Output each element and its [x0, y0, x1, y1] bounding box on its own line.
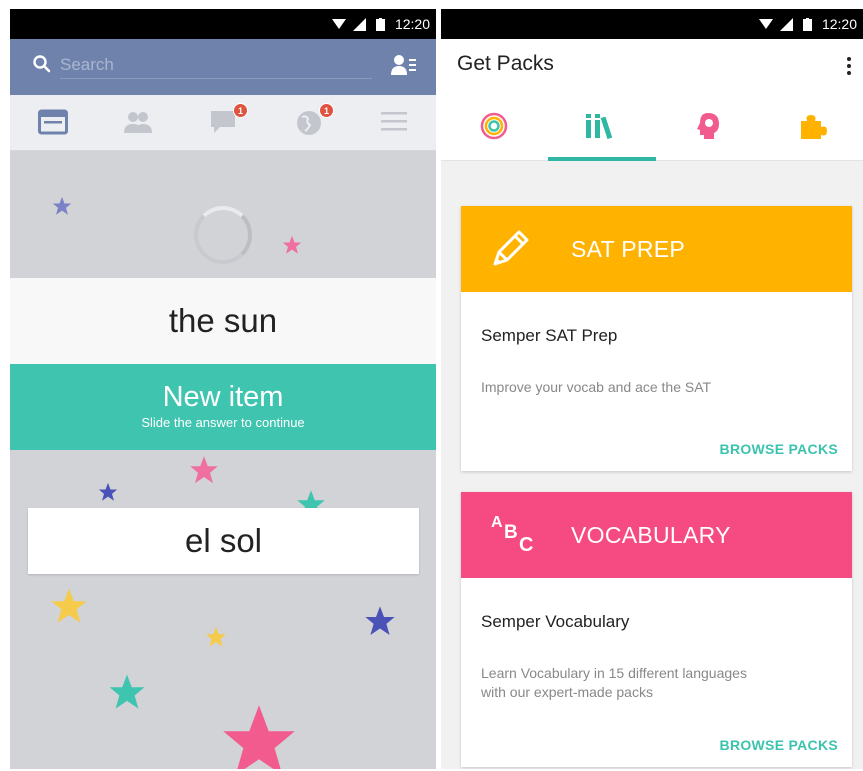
- banner-title: New item: [162, 381, 284, 413]
- pack-header: A B C VOCABULARY: [461, 492, 852, 578]
- tab-notifications[interactable]: 1: [296, 103, 334, 137]
- star-icon: [190, 456, 218, 484]
- pack-header: SAT PREP: [461, 206, 852, 292]
- star-icon: [98, 482, 118, 501]
- tab-friends[interactable]: [122, 109, 154, 137]
- tab-news-feed[interactable]: [38, 109, 70, 137]
- status-time: 12:20: [821, 16, 857, 32]
- notifications-badge: 1: [319, 103, 334, 118]
- tab-mind[interactable]: [655, 91, 760, 161]
- pencil-icon: [493, 230, 529, 266]
- banner-subtitle: Slide the answer to continue: [141, 415, 305, 430]
- battery-icon: [801, 17, 815, 31]
- star-icon: [109, 674, 145, 709]
- signal-icon: [780, 17, 794, 31]
- search-bar: [10, 39, 436, 95]
- tab-target[interactable]: [441, 91, 546, 161]
- question-card: the sun: [10, 278, 436, 364]
- page-title: Get Packs: [457, 52, 554, 75]
- abc-icon: A B C: [491, 514, 534, 556]
- new-item-banner: New item Slide the answer to continue: [10, 364, 436, 450]
- pack-header-label: SAT PREP: [571, 236, 686, 262]
- pack-description: Learn Vocabulary in 15 different languag…: [481, 665, 747, 700]
- tab-bar: 1 1: [10, 95, 436, 151]
- star-icon: [52, 196, 72, 215]
- pack-header-label: VOCABULARY: [571, 522, 731, 548]
- answer-text: el sol: [184, 522, 263, 559]
- signal-icon: [353, 17, 367, 31]
- search-input[interactable]: [60, 51, 372, 79]
- status-bar: 12:20: [441, 9, 863, 39]
- right-phone-screen: 12:20 Get Packs SAT PREP Semper SAT Prep…: [441, 9, 863, 769]
- pack-name: Semper SAT Prep: [481, 326, 618, 345]
- books-icon: [585, 114, 612, 140]
- wifi-icon: [758, 17, 773, 31]
- tab-more[interactable]: [380, 109, 412, 137]
- star-icon: [205, 626, 227, 647]
- people-icon: [124, 112, 152, 133]
- pack-name: Semper Vocabulary: [481, 612, 630, 631]
- question-text: the sun: [168, 302, 278, 339]
- head-icon: [696, 113, 719, 139]
- battery-icon: [374, 17, 388, 31]
- pack-description: Improve your vocab and ace the SAT: [481, 379, 712, 395]
- friend-list-icon[interactable]: [391, 54, 417, 76]
- search-icon[interactable]: [32, 54, 52, 74]
- selected-tab-indicator: [548, 157, 656, 161]
- pack-card-vocabulary[interactable]: A B C VOCABULARY Semper Vocabulary Learn…: [461, 492, 852, 767]
- loading-spinner: [194, 206, 252, 264]
- left-phone-screen: 12:20 Search 1 1 the sun New item Slide …: [10, 9, 436, 769]
- menu-icon: [381, 112, 407, 131]
- app-toolbar: Get Packs: [441, 39, 863, 91]
- target-icon: [480, 112, 507, 140]
- messages-badge: 1: [233, 103, 248, 118]
- star-icon: [282, 235, 302, 254]
- category-tabs: [441, 91, 863, 161]
- tab-library[interactable]: [548, 91, 653, 161]
- wifi-icon: [331, 17, 346, 31]
- overflow-menu-icon[interactable]: [841, 53, 857, 79]
- puzzle-icon: [800, 115, 827, 139]
- browse-packs-button[interactable]: BROWSE PACKS: [720, 737, 838, 753]
- star-icon: [365, 606, 395, 635]
- answer-card[interactable]: el sol: [28, 508, 419, 574]
- star-icon: [51, 588, 87, 623]
- star-icon: [223, 705, 295, 769]
- pack-card-sat[interactable]: SAT PREP Semper SAT Prep Improve your vo…: [461, 206, 852, 471]
- tab-messages[interactable]: 1: [210, 103, 248, 137]
- status-time: 12:20: [394, 16, 430, 32]
- tab-puzzle[interactable]: [759, 91, 863, 161]
- newspaper-icon: [38, 109, 68, 135]
- status-bar: 12:20: [10, 9, 436, 39]
- browse-packs-button[interactable]: BROWSE PACKS: [720, 441, 838, 457]
